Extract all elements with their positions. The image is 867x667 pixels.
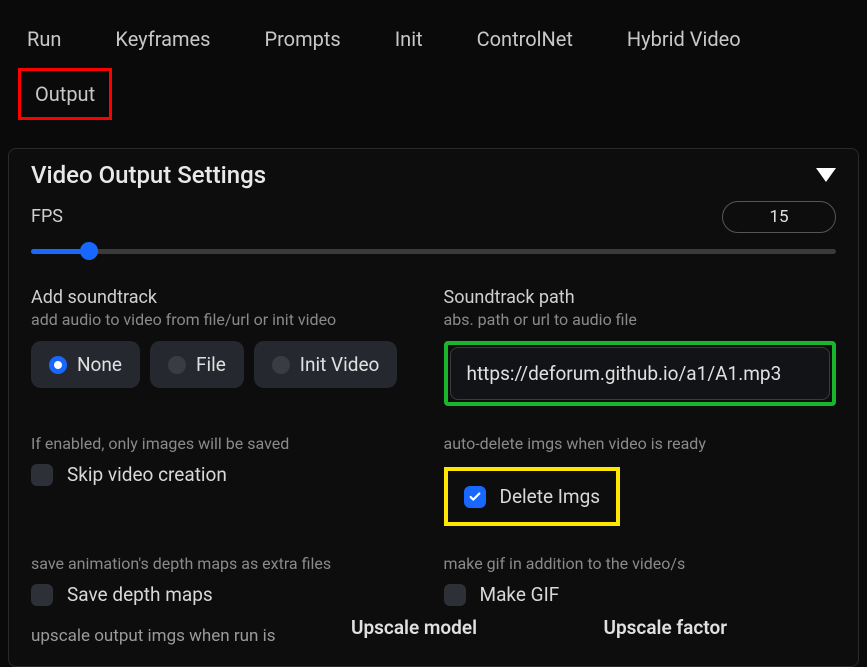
soundtrack-path-highlight (444, 341, 837, 406)
delete-imgs-sub: auto-delete imgs when video is ready (444, 434, 837, 453)
checkbox-icon[interactable] (464, 486, 486, 508)
radio-icon (272, 356, 290, 374)
radio-icon (168, 356, 186, 374)
radio-icon (49, 356, 67, 374)
delete-imgs-highlight: Delete Imgs (444, 467, 621, 526)
skip-video-sub: If enabled, only images will be saved (31, 434, 424, 453)
fps-label: FPS (31, 206, 63, 227)
tab-bar: Run Keyframes Prompts Init ControlNet Hy… (0, 0, 867, 68)
upscale-sub: upscale output imgs when run is (31, 616, 331, 646)
tab-keyframes[interactable]: Keyframes (88, 10, 237, 68)
upscale-model-label: Upscale model (351, 616, 584, 639)
soundtrack-none[interactable]: None (31, 341, 140, 388)
make-gif-checkbox-row[interactable]: Make GIF (444, 583, 837, 606)
skip-video-label: Skip video creation (67, 463, 227, 486)
delete-imgs-label: Delete Imgs (500, 485, 601, 508)
soundtrack-radio-group: None File Init Video (31, 341, 424, 388)
skip-video-checkbox-row[interactable]: Skip video creation (31, 463, 424, 486)
collapse-icon[interactable] (816, 168, 836, 182)
video-output-settings-panel: Video Output Settings FPS 15 Add soundtr… (8, 148, 859, 667)
tab-run[interactable]: Run (0, 10, 88, 68)
save-depth-label: Save depth maps (67, 583, 213, 606)
make-gif-sub: make gif in addition to the video/s (444, 554, 837, 573)
soundtrack-path-sub: abs. path or url to audio file (444, 310, 837, 329)
tab-hybrid-video[interactable]: Hybrid Video (600, 10, 768, 68)
tab-init[interactable]: Init (368, 10, 450, 68)
make-gif-label: Make GIF (480, 583, 560, 606)
fps-slider[interactable] (31, 239, 836, 263)
checkbox-icon (31, 584, 53, 606)
radio-label: Init Video (300, 353, 380, 376)
checkbox-icon (444, 584, 466, 606)
tab-prompts[interactable]: Prompts (237, 10, 367, 68)
add-soundtrack-sub: add audio to video from file/url or init… (31, 310, 424, 329)
panel-title: Video Output Settings (31, 161, 266, 189)
save-depth-sub: save animation's depth maps as extra fil… (31, 554, 424, 573)
fps-value[interactable]: 15 (722, 201, 836, 233)
soundtrack-path-label: Soundtrack path (444, 287, 837, 308)
soundtrack-path-input[interactable] (450, 347, 831, 400)
slider-thumb[interactable] (80, 242, 98, 260)
soundtrack-init-video[interactable]: Init Video (254, 341, 398, 388)
checkbox-icon (31, 464, 53, 486)
save-depth-checkbox-row[interactable]: Save depth maps (31, 583, 424, 606)
tab-controlnet[interactable]: ControlNet (450, 10, 600, 68)
tab-output[interactable]: Output (18, 68, 112, 120)
radio-label: File (196, 353, 226, 376)
add-soundtrack-label: Add soundtrack (31, 287, 424, 308)
radio-label: None (77, 353, 122, 376)
soundtrack-file[interactable]: File (150, 341, 244, 388)
upscale-factor-label: Upscale factor (604, 616, 837, 639)
